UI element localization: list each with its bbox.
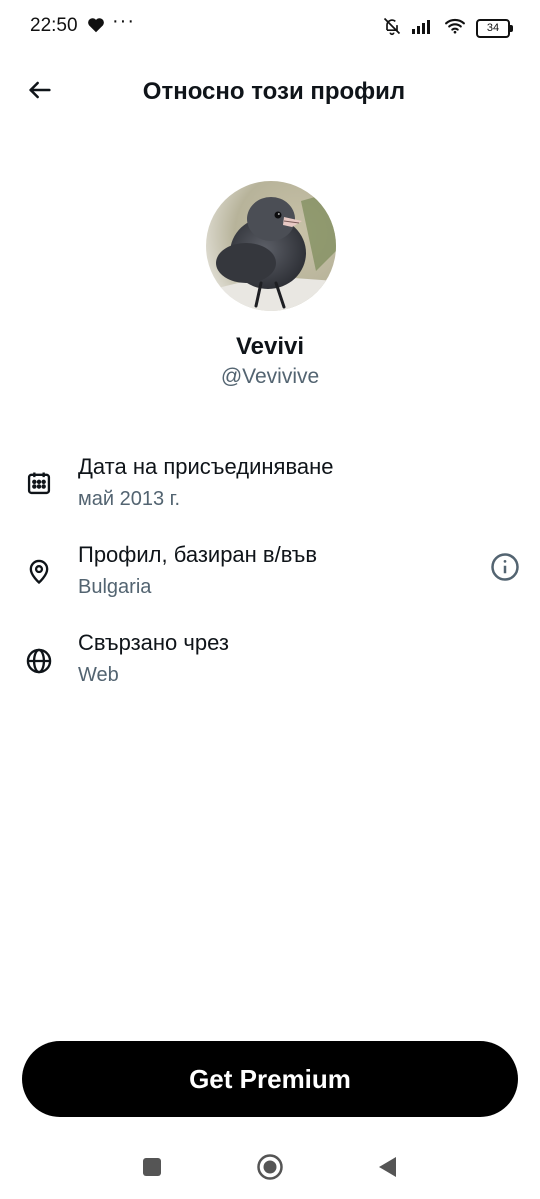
connected-via-value: Web	[78, 664, 119, 686]
location-row: Профил, базиран в/във Bulgaria	[0, 542, 540, 612]
home-button[interactable]	[255, 1153, 285, 1186]
join-date-value: май 2013 г.	[78, 488, 181, 510]
heart-icon	[87, 17, 105, 38]
status-time: 22:50	[30, 15, 78, 36]
avatar[interactable]	[206, 181, 336, 311]
display-name: Vevivi	[235, 333, 305, 360]
location-value: Bulgaria	[78, 576, 152, 598]
status-more-dots: ···	[112, 10, 135, 32]
calendar-icon	[24, 468, 54, 498]
location-pin-icon	[24, 557, 54, 587]
home-icon	[256, 1153, 284, 1186]
bell-off-icon	[382, 16, 402, 41]
nav-back-button[interactable]	[372, 1154, 402, 1184]
location-label: Профил, базиран в/във	[78, 542, 318, 567]
get-premium-button[interactable]: Get Premium	[22, 1041, 518, 1117]
page-title: Относно този профил	[142, 78, 406, 105]
signal-icon	[412, 18, 434, 39]
battery-icon: 34	[476, 19, 513, 38]
status-icons: 34	[382, 16, 513, 41]
connected-via-row: Свързано чрез Web	[0, 630, 540, 700]
header: Относно този профил	[0, 56, 540, 128]
back-icon	[376, 1155, 398, 1184]
connected-via-label: Свързано чрез	[78, 630, 229, 655]
info-icon	[490, 552, 520, 587]
join-date-label: Дата на присъединяване	[78, 454, 334, 479]
globe-icon	[24, 646, 54, 676]
location-info-button[interactable]	[488, 552, 522, 586]
recents-icon	[142, 1157, 162, 1182]
wifi-icon	[444, 18, 466, 39]
system-nav-bar	[0, 1140, 540, 1199]
status-bar: 22:50 ··· 34	[0, 0, 540, 56]
join-date-row: Дата на присъединяване май 2013 г.	[0, 454, 540, 524]
profile-handle: @Vevivive	[220, 365, 320, 388]
recents-button[interactable]	[137, 1154, 167, 1184]
